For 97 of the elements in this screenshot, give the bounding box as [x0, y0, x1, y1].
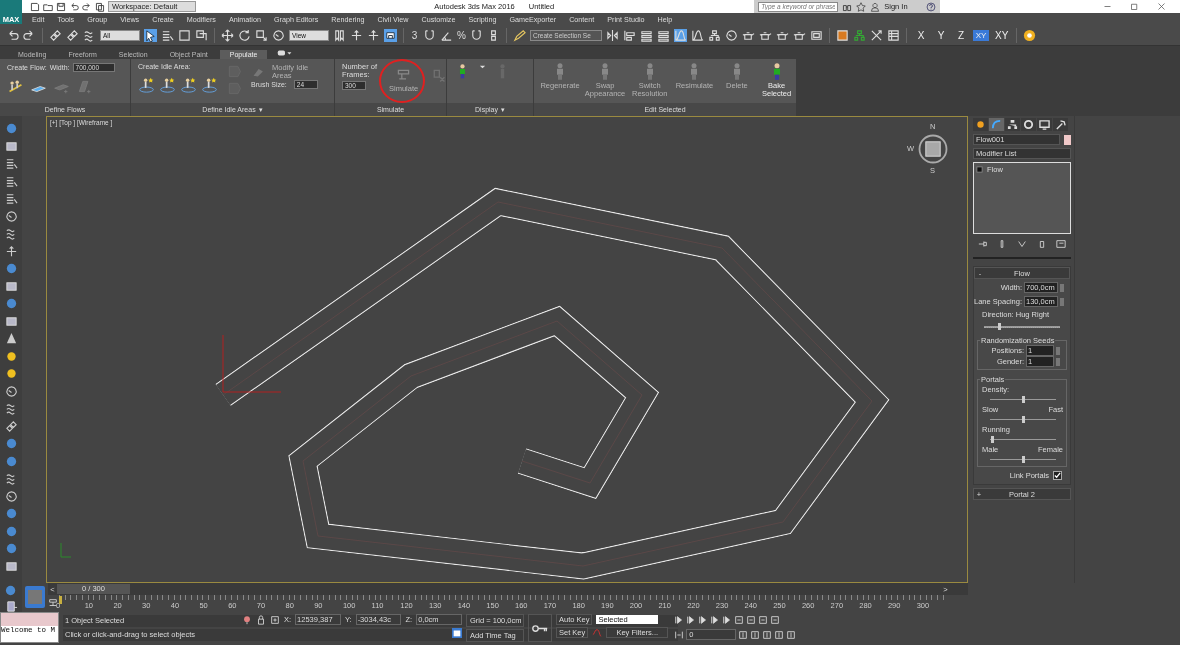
- snap-icon[interactable]: [423, 28, 436, 42]
- hammer-icon: [1055, 119, 1066, 130]
- circle-icon: [1023, 119, 1034, 130]
- save-icon[interactable]: [56, 1, 66, 12]
- set-key-mode-button[interactable]: [528, 614, 552, 642]
- curve-editor-icon[interactable]: [674, 28, 687, 42]
- select-object-icon[interactable]: [144, 28, 157, 42]
- idle-area-figure-icon[interactable]: [159, 76, 176, 93]
- dropdown-caret-icon[interactable]: [479, 63, 486, 70]
- slider-thumb[interactable]: [990, 436, 994, 443]
- wave-icon[interactable]: [4, 227, 18, 240]
- tree-icon[interactable]: [853, 28, 866, 42]
- box-icon[interactable]: [4, 279, 18, 293]
- axis-constraint-button[interactable]: Z: [953, 28, 969, 42]
- person-icon: [557, 63, 563, 80]
- key-icon: [531, 623, 549, 633]
- close-icon[interactable]: [1157, 2, 1166, 11]
- open-folder-icon[interactable]: [43, 1, 53, 12]
- idle-area-figure-icon[interactable]: [180, 76, 197, 93]
- sun-icon[interactable]: [1023, 28, 1037, 42]
- axis-gizmo-drawing: [222, 334, 282, 393]
- box-icon[interactable]: [4, 559, 18, 573]
- person-icon: [602, 63, 608, 80]
- layers-icon[interactable]: [657, 28, 670, 42]
- wave-icon[interactable]: [4, 402, 18, 415]
- select-by-name-icon[interactable]: [161, 28, 174, 42]
- move-icon[interactable]: [221, 28, 234, 42]
- layer-icon[interactable]: [640, 28, 653, 42]
- idle-area-figure-icon[interactable]: [201, 76, 218, 93]
- idle-area-figure-icon[interactable]: [138, 76, 155, 93]
- project-icon[interactable]: [95, 1, 105, 12]
- slider-thumb[interactable]: [998, 323, 1002, 330]
- scale-icon[interactable]: [255, 28, 268, 42]
- people-flow-icon[interactable]: [7, 78, 24, 95]
- object-color-swatch[interactable]: [1064, 134, 1071, 145]
- play-icon[interactable]: [698, 615, 709, 625]
- sphere-icon[interactable]: [4, 454, 18, 468]
- sphere-icon[interactable]: [4, 524, 18, 538]
- box-icon[interactable]: [4, 139, 18, 153]
- time-marker[interactable]: [59, 596, 62, 604]
- undo-icon[interactable]: [69, 1, 79, 12]
- axis-constraint-button[interactable]: Y: [933, 28, 949, 42]
- slider-thumb[interactable]: [1022, 416, 1025, 423]
- lock-icon[interactable]: [256, 614, 266, 625]
- person-icon: [733, 63, 740, 80]
- axis-constraint-button[interactable]: XY: [993, 28, 1011, 42]
- sun-icon: [975, 119, 986, 130]
- frame-window-icon[interactable]: [810, 28, 823, 42]
- new-file-icon[interactable]: [30, 1, 40, 12]
- axis-constraint-button[interactable]: X: [913, 28, 929, 42]
- person-icon: [773, 63, 780, 80]
- schematic-icon[interactable]: [708, 28, 721, 42]
- link-icon[interactable]: [4, 419, 18, 433]
- sphere-icon[interactable]: [4, 507, 18, 520]
- link-icon[interactable]: [49, 28, 62, 42]
- edit-named-selection-icon[interactable]: [513, 28, 526, 42]
- slider-thumb[interactable]: [1022, 396, 1025, 403]
- percent-snap-toggle[interactable]: %: [457, 29, 466, 41]
- mirror-icon[interactable]: [606, 28, 619, 42]
- rotate-icon[interactable]: [238, 28, 251, 42]
- sphere-icon[interactable]: [4, 542, 18, 555]
- link-portals-checkbox[interactable]: [1053, 471, 1062, 480]
- rectangle-selection-icon[interactable]: [178, 28, 191, 42]
- table-icon[interactable]: [887, 28, 900, 42]
- hierarchy-tab[interactable]: [1005, 118, 1020, 131]
- wave-icon[interactable]: [4, 472, 18, 485]
- sphere-icon[interactable]: [4, 437, 18, 450]
- annotation-circle: [379, 59, 425, 103]
- sphere-icon[interactable]: [4, 297, 18, 310]
- star-icon[interactable]: [856, 1, 867, 12]
- person-icon: [691, 63, 698, 80]
- sphere-icon[interactable]: [4, 584, 18, 597]
- person-icon: [646, 63, 653, 80]
- display-tab[interactable]: [1037, 118, 1052, 131]
- hierarchy-icon: [1007, 119, 1018, 130]
- axis-constraint-button[interactable]: XY: [973, 29, 989, 41]
- utilities-tab[interactable]: [1053, 118, 1068, 131]
- curve-icon: [991, 119, 1002, 130]
- slider-thumb[interactable]: [1022, 456, 1025, 463]
- sphere-icon[interactable]: [4, 122, 18, 135]
- cross-icon[interactable]: [4, 244, 18, 258]
- sphere-icon[interactable]: [4, 262, 18, 275]
- monitor-icon: [1039, 119, 1050, 130]
- graph-icon[interactable]: [691, 28, 704, 42]
- box-icon[interactable]: [4, 314, 18, 328]
- ribbon-options-icon[interactable]: [277, 49, 294, 57]
- user-icon: [870, 1, 881, 12]
- cone-icon[interactable]: [4, 332, 18, 345]
- create-tab[interactable]: [973, 118, 988, 131]
- tools-icon[interactable]: [870, 28, 883, 42]
- redo-icon[interactable]: [82, 1, 92, 12]
- maximize-icon[interactable]: [1130, 2, 1139, 11]
- help-icon[interactable]: [925, 1, 936, 12]
- snaps-toggle[interactable]: 3: [410, 29, 419, 41]
- world-axis-icon: [60, 542, 72, 558]
- align-icon[interactable]: [623, 28, 636, 42]
- motion-tab[interactable]: [1021, 118, 1036, 131]
